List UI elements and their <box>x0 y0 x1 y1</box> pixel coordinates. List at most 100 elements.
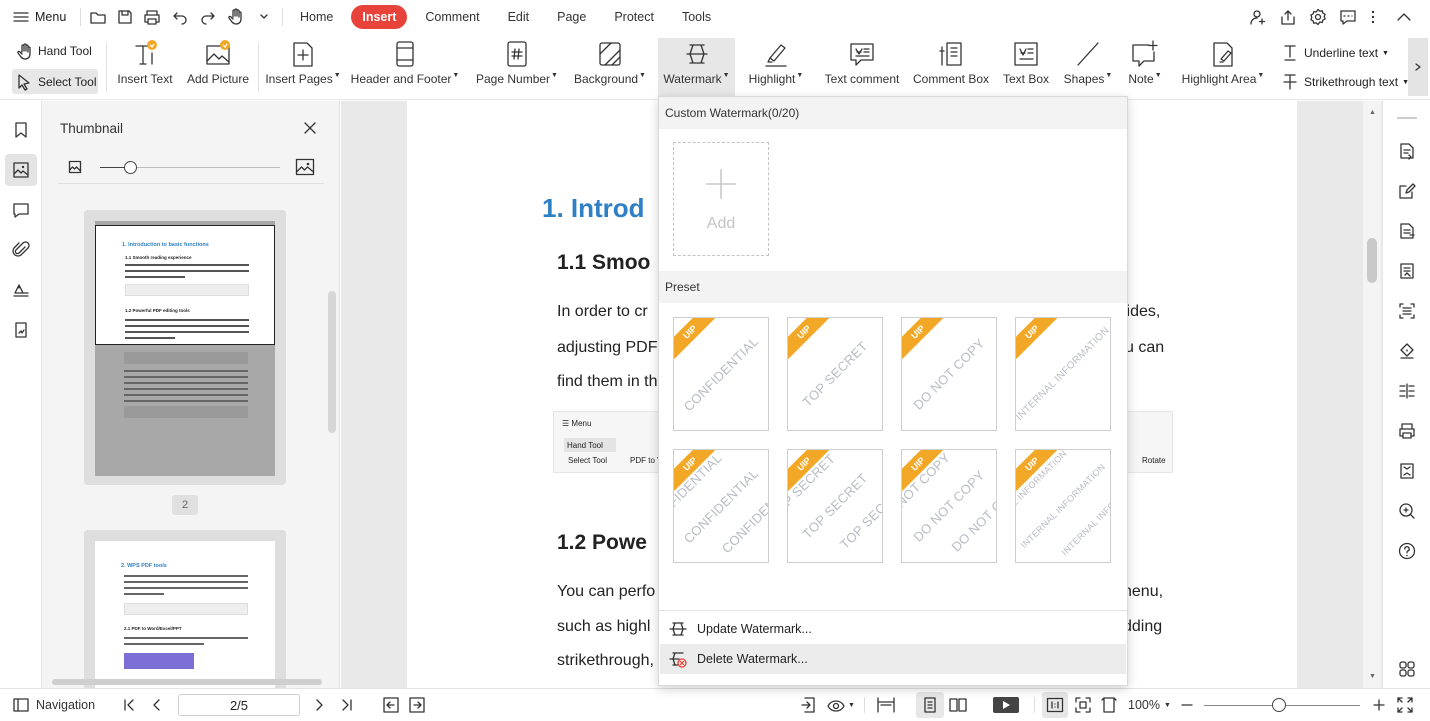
tab-edit[interactable]: Edit <box>494 5 544 29</box>
tab-protect[interactable]: Protect <box>600 5 668 29</box>
scroll-up-icon[interactable]: ▲ <box>1369 109 1376 116</box>
tab-page[interactable]: Page <box>543 5 600 29</box>
pdf-to-word-button[interactable] <box>1395 139 1419 163</box>
shapes-button[interactable]: Shapes▼ <box>1060 38 1116 94</box>
thumbnail-page-2[interactable]: 1. Introduction to basic functions 1.1 S… <box>84 210 286 485</box>
previous-page-button[interactable] <box>150 689 162 721</box>
ribbon-scroll-right-button[interactable] <box>1408 38 1428 96</box>
edit-pdf-button[interactable] <box>1395 179 1419 203</box>
thumbnail-scrollbar[interactable] <box>328 291 336 433</box>
delete-watermark-item[interactable]: Delete Watermark... <box>660 644 1126 674</box>
feedback-button[interactable] <box>1338 4 1358 30</box>
compare-button[interactable] <box>1395 379 1419 403</box>
page-number-button[interactable]: Page Number▼ <box>474 38 560 94</box>
undo-button[interactable] <box>170 4 190 30</box>
export-button[interactable] <box>800 689 818 721</box>
preset-internal-information-tiled[interactable]: AL INFORMATION INTERNAL INFORMATION INTE… <box>1015 449 1111 563</box>
tab-comment[interactable]: Comment <box>411 5 493 29</box>
add-user-button[interactable] <box>1248 4 1268 30</box>
print-button[interactable] <box>142 4 162 30</box>
fill-form-button[interactable] <box>1395 219 1419 243</box>
thumbnails-button[interactable] <box>5 154 37 186</box>
fit-width-button[interactable] <box>876 689 896 721</box>
zoom-slider-thumb[interactable] <box>1272 698 1286 712</box>
more-options-button[interactable] <box>1366 4 1380 30</box>
navigation-toggle[interactable]: Navigation <box>12 689 95 721</box>
last-page-button[interactable] <box>340 689 354 721</box>
next-page-button[interactable] <box>314 689 326 721</box>
scroll-down-icon[interactable]: ▼ <box>1369 673 1376 680</box>
header-footer-button[interactable]: Header and Footer▼ <box>350 38 460 94</box>
thumbnail-horizontal-scrollbar[interactable] <box>52 679 322 685</box>
attachments-button[interactable] <box>5 234 37 266</box>
save-button[interactable] <box>115 4 135 30</box>
highlight-button[interactable]: Highlight▼ <box>744 38 808 94</box>
signatures-button[interactable] <box>5 274 37 306</box>
comments-button[interactable] <box>5 194 37 226</box>
menu-button[interactable]: Menu <box>12 4 72 30</box>
zoom-in-button[interactable] <box>1372 689 1386 721</box>
rotate-view-button[interactable] <box>1100 689 1118 721</box>
add-picture-button[interactable]: Add Picture <box>184 38 252 94</box>
open-file-button[interactable] <box>88 4 108 30</box>
help-button[interactable] <box>1395 539 1419 563</box>
tab-home[interactable]: Home <box>286 5 347 29</box>
zoom-level-dropdown[interactable]: 100% ▼ <box>1128 689 1171 721</box>
thumbnail-size-slider[interactable] <box>100 159 280 175</box>
preset-top-secret-tiled[interactable]: P SECRET TOP SECRET TOP SEC UIP <box>787 449 883 563</box>
redo-button[interactable] <box>198 4 218 30</box>
hand-tool-quick-button[interactable] <box>226 4 248 30</box>
go-forward-button[interactable] <box>408 689 426 721</box>
update-watermark-item[interactable]: Update Watermark... <box>660 614 1126 644</box>
tab-tools[interactable]: Tools <box>668 5 725 29</box>
preset-confidential[interactable]: UIP CONFIDENTIAL <box>673 317 769 431</box>
select-tool-button[interactable]: Select Tool <box>12 69 98 94</box>
slider-thumb[interactable] <box>124 161 137 174</box>
zoom-slider[interactable] <box>1204 697 1360 713</box>
preset-internal-information[interactable]: UIP INTERNAL INFORMATION <box>1015 317 1111 431</box>
preset-do-not-copy-tiled[interactable]: NOT COPY DO NOT COPY DO NOT C UIP <box>901 449 997 563</box>
actual-size-button[interactable] <box>1042 692 1068 718</box>
settings-button[interactable] <box>1308 4 1328 30</box>
text-box-button[interactable]: Text Box <box>998 38 1054 94</box>
compress-button[interactable] <box>1395 459 1419 483</box>
search-button[interactable] <box>1395 499 1419 523</box>
share-button[interactable] <box>1278 4 1298 30</box>
viewport-indicator[interactable]: 1. Introduction to basic functions 1.1 S… <box>95 225 275 345</box>
zoom-out-button[interactable] <box>1180 689 1194 721</box>
close-panel-button[interactable] <box>302 120 320 138</box>
insert-text-button[interactable]: Insert Text <box>114 38 176 94</box>
grid-view-button[interactable] <box>1395 657 1419 681</box>
thumbnail-page-3[interactable]: 2. WPS PDF tools 2.1 PDF to Word/Excel/P… <box>84 530 286 690</box>
play-slideshow-button[interactable] <box>992 689 1020 721</box>
insert-pages-button[interactable]: Insert Pages▼ <box>264 38 342 94</box>
go-back-button[interactable] <box>382 689 400 721</box>
preset-do-not-copy[interactable]: UIP DO NOT COPY <box>901 317 997 431</box>
bookmarks-button[interactable] <box>5 114 37 146</box>
fullscreen-button[interactable] <box>1396 689 1414 721</box>
tab-insert[interactable]: Insert <box>351 5 408 29</box>
preset-confidential-tiled[interactable]: FIDENTIAL CONFIDENTIAL CONFIDEN UIP <box>673 449 769 563</box>
preset-top-secret[interactable]: UIP TOP SECRET <box>787 317 883 431</box>
sign-document-button[interactable] <box>5 314 37 346</box>
text-comment-button[interactable]: Text comment <box>820 38 904 94</box>
comment-box-button[interactable]: Comment Box <box>912 38 990 94</box>
annotate-button[interactable] <box>1395 259 1419 283</box>
document-scrollbar[interactable]: ▲ ▼ <box>1363 101 1381 688</box>
single-page-button[interactable] <box>916 692 944 718</box>
sign-button[interactable] <box>1395 339 1419 363</box>
page-input[interactable]: 2/5 <box>178 694 300 716</box>
background-button[interactable]: Background▼ <box>570 38 650 94</box>
note-button[interactable]: Note▼ <box>1122 38 1168 94</box>
collapse-ribbon-button[interactable] <box>1394 4 1414 30</box>
two-page-button[interactable] <box>948 689 968 721</box>
fit-page-button[interactable] <box>1074 689 1092 721</box>
eye-protection-button[interactable]: ▼ <box>826 689 855 721</box>
add-custom-watermark-button[interactable]: Add <box>673 142 769 256</box>
scrollbar-thumb[interactable] <box>1367 238 1377 283</box>
underline-text-button[interactable]: Underline text ▼ <box>1282 43 1389 63</box>
first-page-button[interactable] <box>122 689 136 721</box>
ocr-button[interactable] <box>1395 299 1419 323</box>
strikethrough-text-button[interactable]: Strikethrough text ▼ <box>1282 72 1409 92</box>
watermark-button[interactable]: Watermark▼ <box>658 38 735 96</box>
